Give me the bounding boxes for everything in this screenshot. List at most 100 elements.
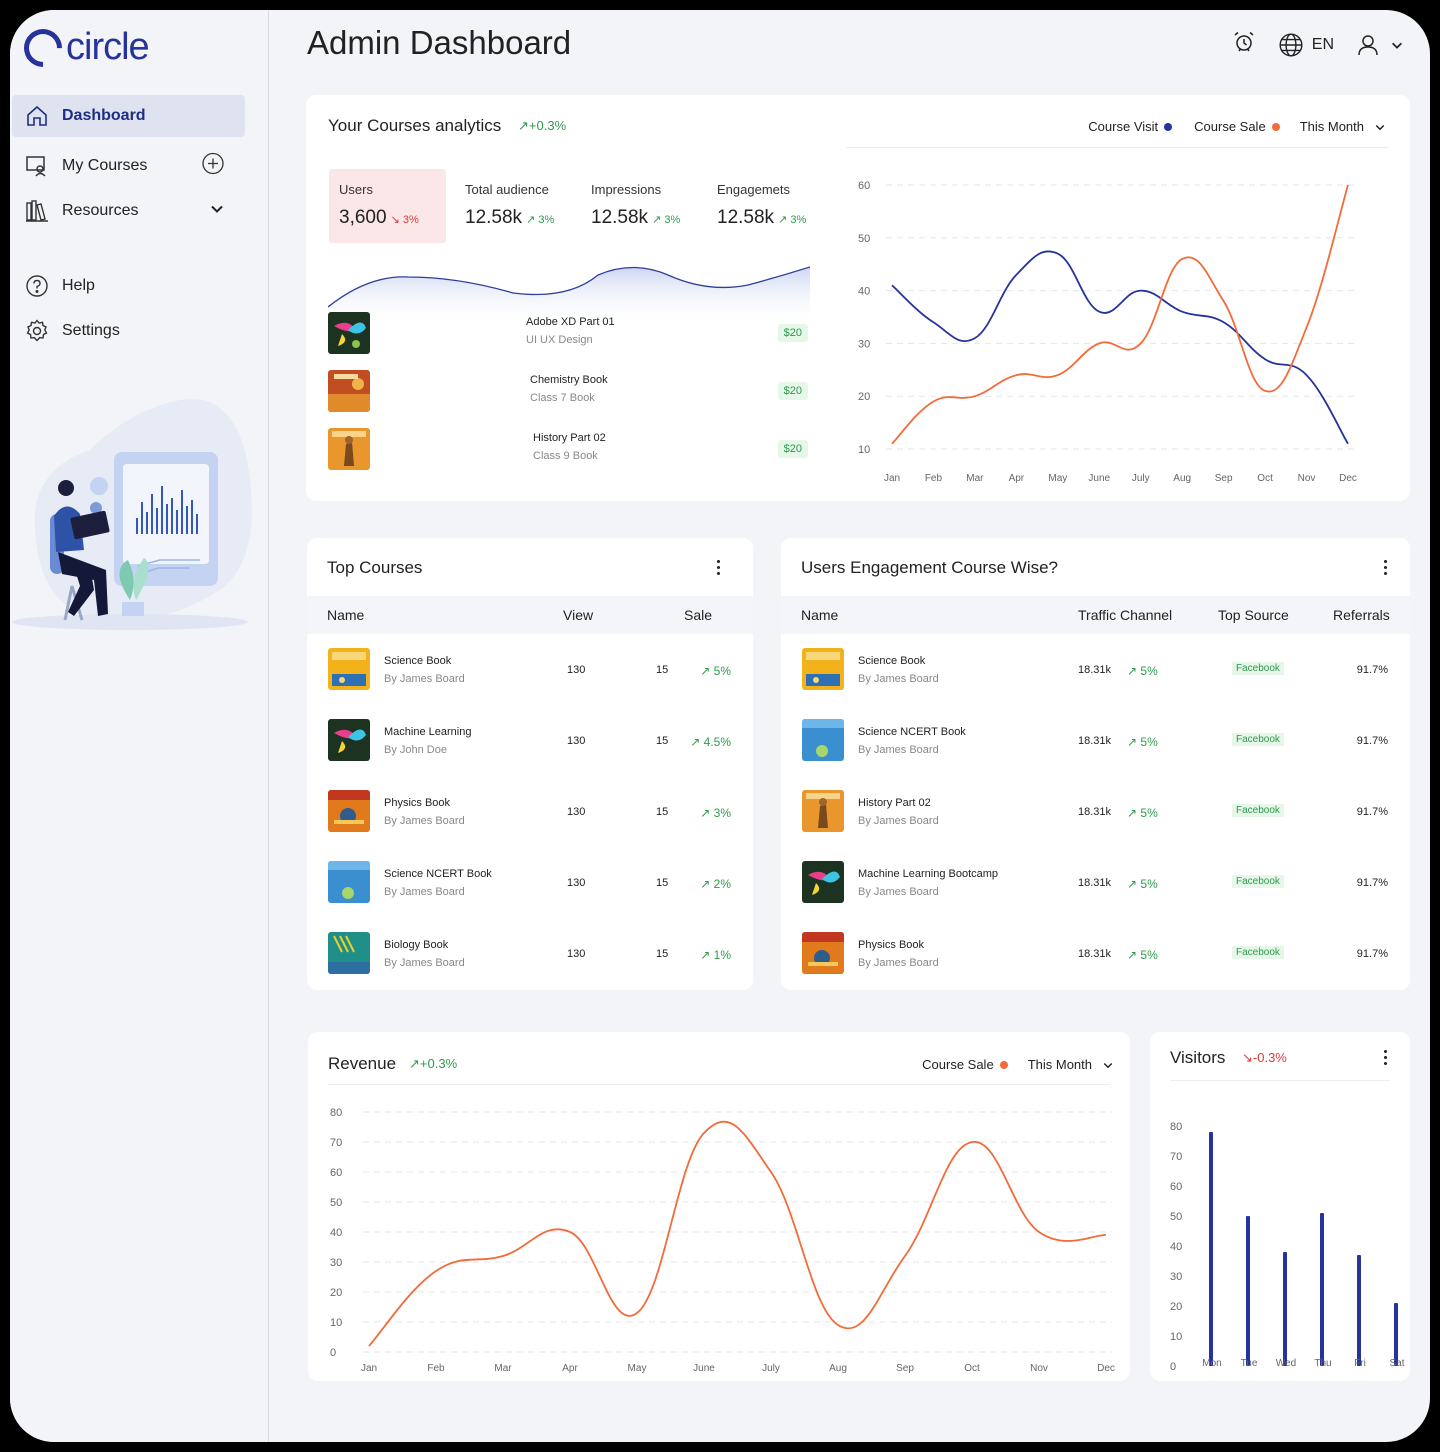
course-thumbnail	[328, 370, 370, 412]
y-tick-label: 60	[330, 1167, 342, 1179]
more-options-icon[interactable]	[1375, 1047, 1395, 1067]
table-row[interactable]: Science Book By James Board 130 15 ↗ 5%	[307, 634, 753, 705]
period-dropdown[interactable]: This Month	[1028, 1057, 1114, 1072]
y-tick-label: 50	[1170, 1211, 1182, 1223]
legend-course-sale: Course Sale	[1194, 119, 1266, 134]
y-tick-label: 30	[1170, 1271, 1182, 1283]
course-thumbnail	[328, 428, 370, 470]
add-course-icon[interactable]	[201, 152, 225, 181]
chevron-down-icon	[1103, 1062, 1113, 1068]
y-tick-label: 10	[330, 1317, 342, 1329]
stat-total-audience[interactable]: Total audience 12.58k ↗ 3%	[455, 169, 570, 243]
x-tick-label: Mon	[1202, 1358, 1221, 1369]
table-row[interactable]: Machine Learning By John Doe 130 15 ↗ 4.5%	[307, 705, 753, 776]
table-row[interactable]: Physics Book By James Board 130 15 ↗ 3%	[307, 776, 753, 847]
course-subtitle: Class 7 Book	[530, 392, 595, 404]
traffic-cell: 18.31k	[1078, 664, 1111, 676]
table-row[interactable]: Science Book By James Board 18.31k ↗ 5% Face…	[781, 634, 1410, 705]
sale-value: 15	[656, 735, 669, 747]
bar-thu	[1320, 1213, 1324, 1366]
course-thumbnail	[802, 719, 844, 761]
view-value: 130	[567, 877, 586, 889]
x-tick-label: Oct	[964, 1363, 980, 1374]
x-tick-label: Oct	[1257, 473, 1273, 484]
traffic-trend-value: 5%	[1140, 877, 1158, 891]
traffic-value: 18.31k	[1078, 664, 1112, 676]
more-options-icon[interactable]	[708, 557, 728, 577]
chevron-down-icon[interactable]	[209, 201, 225, 222]
list-item[interactable]: Adobe XD Part 01 UI UX Design $20	[328, 312, 808, 356]
x-tick-label: Nov	[1030, 1363, 1048, 1374]
table-row[interactable]: Biology Book By James Board 130 15 ↗ 1%	[307, 918, 753, 989]
referrals-cell: 91.7%	[1357, 948, 1388, 960]
course-name: Machine Learning	[384, 726, 472, 738]
chevron-down-icon	[1375, 124, 1385, 130]
stat-label: Users	[339, 182, 373, 197]
course-author: By John Doe	[384, 744, 447, 756]
revenue-trend: ↗+0.3%	[409, 1056, 457, 1072]
sidebar-item-resources[interactable]: Resources	[12, 190, 245, 232]
course-author: By James Board	[384, 815, 465, 827]
sidebar-item-help[interactable]: Help	[12, 265, 245, 307]
course-thumbnail	[328, 648, 370, 690]
legend-course-visit: Course Visit	[1088, 119, 1159, 134]
x-tick-label: Sep	[1215, 473, 1233, 484]
stat-trend-value: 3%	[790, 214, 807, 226]
course-thumbnail	[328, 312, 370, 354]
course-author: By James Board	[858, 815, 939, 827]
period-dropdown[interactable]: This Month	[1300, 119, 1386, 134]
trend-value: 1%	[713, 948, 731, 962]
language-selector[interactable]: EN	[1278, 32, 1334, 58]
logo[interactable]: circle	[16, 20, 150, 75]
y-tick-label: 10	[858, 444, 870, 456]
trend-cell: ↗ 3%	[700, 806, 731, 820]
sidebar-item-settings[interactable]: Settings	[12, 310, 245, 352]
table-row[interactable]: Science NCERT Book By James Board 130 15 ↗ 2…	[307, 847, 753, 918]
y-tick-label: 40	[330, 1227, 342, 1239]
trend-up-icon: ↗	[1127, 664, 1141, 678]
x-tick-label: Aug	[829, 1363, 847, 1374]
traffic-trend-cell: ↗ 5%	[1127, 948, 1158, 962]
alarm-icon[interactable]	[1232, 30, 1256, 59]
view-cell: 130	[567, 735, 585, 747]
list-item[interactable]: Chemistry Book Class 7 Book $20	[328, 370, 808, 414]
column-header-name: Name	[327, 607, 365, 623]
table-row[interactable]: Machine Learning Bootcamp By James Board 1…	[781, 847, 1410, 918]
device-frame: circle Dashboard My Courses Resources He…	[0, 0, 1440, 1452]
view-value: 130	[567, 806, 586, 818]
course-name: Science Book	[858, 655, 926, 667]
card-title: Your Courses analytics	[328, 116, 502, 135]
stat-users[interactable]: Users 3,600 ↘ 3%	[329, 169, 446, 243]
x-tick-label: July	[1132, 473, 1150, 484]
user-menu[interactable]	[1356, 33, 1404, 57]
referrals-value: 91.7%	[1356, 948, 1388, 960]
list-item[interactable]: History Part 02 Class 9 Book $20	[328, 428, 808, 472]
table-row[interactable]: Science NCERT Book By James Board 18.31k ↗ …	[781, 705, 1410, 776]
stat-engagements[interactable]: Engagemets 12.58k ↗ 3%	[707, 169, 822, 243]
stat-impressions[interactable]: Impressions 12.58k ↗ 3%	[581, 169, 696, 243]
x-tick-label: Apr	[1009, 473, 1025, 484]
traffic-trend-value: 5%	[1140, 735, 1158, 749]
source-badge: Facebook	[1232, 662, 1284, 675]
dashboard-illustration	[12, 399, 252, 630]
bar-fri	[1357, 1255, 1361, 1366]
header-divider	[328, 1084, 1110, 1085]
x-tick-label: Feb	[427, 1363, 445, 1374]
legend-dot-sale	[999, 1060, 1008, 1069]
referrals-value: 91.7%	[1356, 664, 1388, 676]
x-tick-label: Dec	[1097, 1363, 1115, 1374]
y-tick-label: 80	[330, 1107, 342, 1119]
table-row[interactable]: Physics Book By James Board 18.31k ↗ 5% Face…	[781, 918, 1410, 989]
sale-value: 15	[656, 877, 669, 889]
course-name: Physics Book	[384, 797, 451, 809]
course-name: Science NCERT Book	[858, 726, 966, 738]
sale-value: 15	[656, 948, 669, 960]
source-cell: Facebook	[1232, 946, 1284, 959]
sidebar-item-my-courses[interactable]: My Courses	[12, 145, 245, 187]
more-options-icon[interactable]	[1375, 557, 1395, 577]
trend-up-icon: ↗	[700, 877, 714, 891]
trend-up-icon: ↗	[518, 118, 529, 133]
table-row[interactable]: History Part 02 By James Board 18.31k ↗ 5% F…	[781, 776, 1410, 847]
sidebar-item-dashboard[interactable]: Dashboard	[12, 95, 245, 137]
trend-value: 2%	[713, 877, 731, 891]
